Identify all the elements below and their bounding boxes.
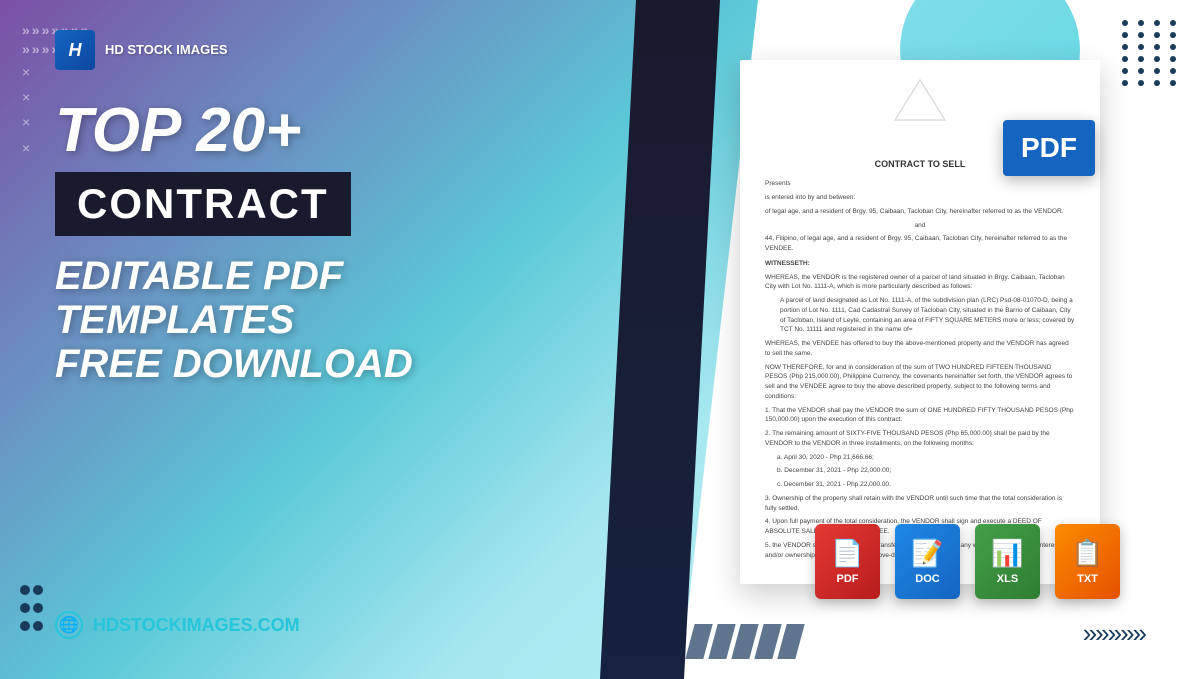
- x-marks-decoration: × × × ×: [22, 60, 30, 161]
- xls-format-icon: 📊 XLS: [975, 524, 1040, 599]
- doc-whereas1: WHEREAS, the VENDOR is the registered ow…: [765, 273, 1075, 293]
- subtitle-line1: EDITABLE PDF TEMPLATES: [55, 254, 343, 342]
- doc-item2a: a. April 30, 2020 - Php 21,666.66;: [765, 453, 1075, 463]
- txt-format-icon: 📋 TXT: [1055, 524, 1120, 599]
- subtitle-line2: FREE DOWNLOAD: [55, 342, 413, 386]
- xls-label: XLS: [997, 573, 1018, 585]
- website-text: HDSTOCKIMAGES.COM: [93, 615, 300, 636]
- pdf-badge: PDF: [1003, 120, 1095, 176]
- doc-and: and: [765, 221, 1075, 231]
- website-url-area: 🌐 HDSTOCKIMAGES.COM: [55, 611, 300, 639]
- doc-presents: Presents: [765, 179, 1075, 189]
- doc-para1: is entered into by and between:: [765, 193, 1075, 203]
- logo-icon: H: [55, 30, 95, 70]
- doc-witnesseth: WITNESSETH:: [765, 259, 1075, 269]
- logo-area: H HD STOCK IMAGES: [55, 30, 228, 70]
- doc-whereas2: A parcel of land designated as Lot No. 1…: [765, 296, 1075, 335]
- bottom-arrows: »»»»»: [1083, 618, 1145, 649]
- format-icons: 📄 PDF 📝 DOC 📊 XLS 📋 TXT: [815, 524, 1120, 599]
- globe-icon: 🌐: [55, 611, 83, 639]
- doc-whereas3: WHEREAS, the VENDEE has offered to buy t…: [765, 339, 1075, 359]
- doc-format-icon: 📝 DOC: [895, 524, 960, 599]
- doc-item2b: b. December 31, 2021 - Php 22,000.00;: [765, 466, 1075, 476]
- txt-label: TXT: [1077, 573, 1098, 585]
- doc-para3: 44, Filipino, of legal age, and a reside…: [765, 234, 1075, 254]
- doc-now-therefore: NOW THEREFORE, for and in consideration …: [765, 363, 1075, 402]
- doc-item2: 2. The remaining amount of SIXTY-FIVE TH…: [765, 429, 1075, 449]
- dots-top-right: [1122, 20, 1180, 86]
- doc-item1: 1. That the VENDOR shall pay the VENDOR …: [765, 406, 1075, 426]
- contract-badge: CONTRACT: [55, 172, 351, 236]
- brand-name: HD STOCK IMAGES: [105, 42, 228, 59]
- doc-content: CONTRACT TO SELL Presents is entered int…: [740, 137, 1100, 584]
- doc-label: DOC: [915, 573, 939, 585]
- doc-item2c: c. December 31, 2021 - Php 22,000.00.: [765, 480, 1075, 490]
- top-title: TOP 20+: [55, 100, 555, 162]
- pdf-label: PDF: [837, 573, 859, 585]
- bottom-diagonal-lines: [690, 624, 800, 659]
- doc-para2: of legal age, and a resident of Brgy. 95…: [765, 207, 1075, 217]
- subtitle: EDITABLE PDF TEMPLATES FREE DOWNLOAD: [55, 254, 555, 386]
- pdf-format-icon: 📄 PDF: [815, 524, 880, 599]
- main-content: TOP 20+ CONTRACT EDITABLE PDF TEMPLATES …: [55, 100, 555, 386]
- doc-item3: 3. Ownership of the property shall retai…: [765, 494, 1075, 514]
- dots-bottom-left: [20, 585, 41, 639]
